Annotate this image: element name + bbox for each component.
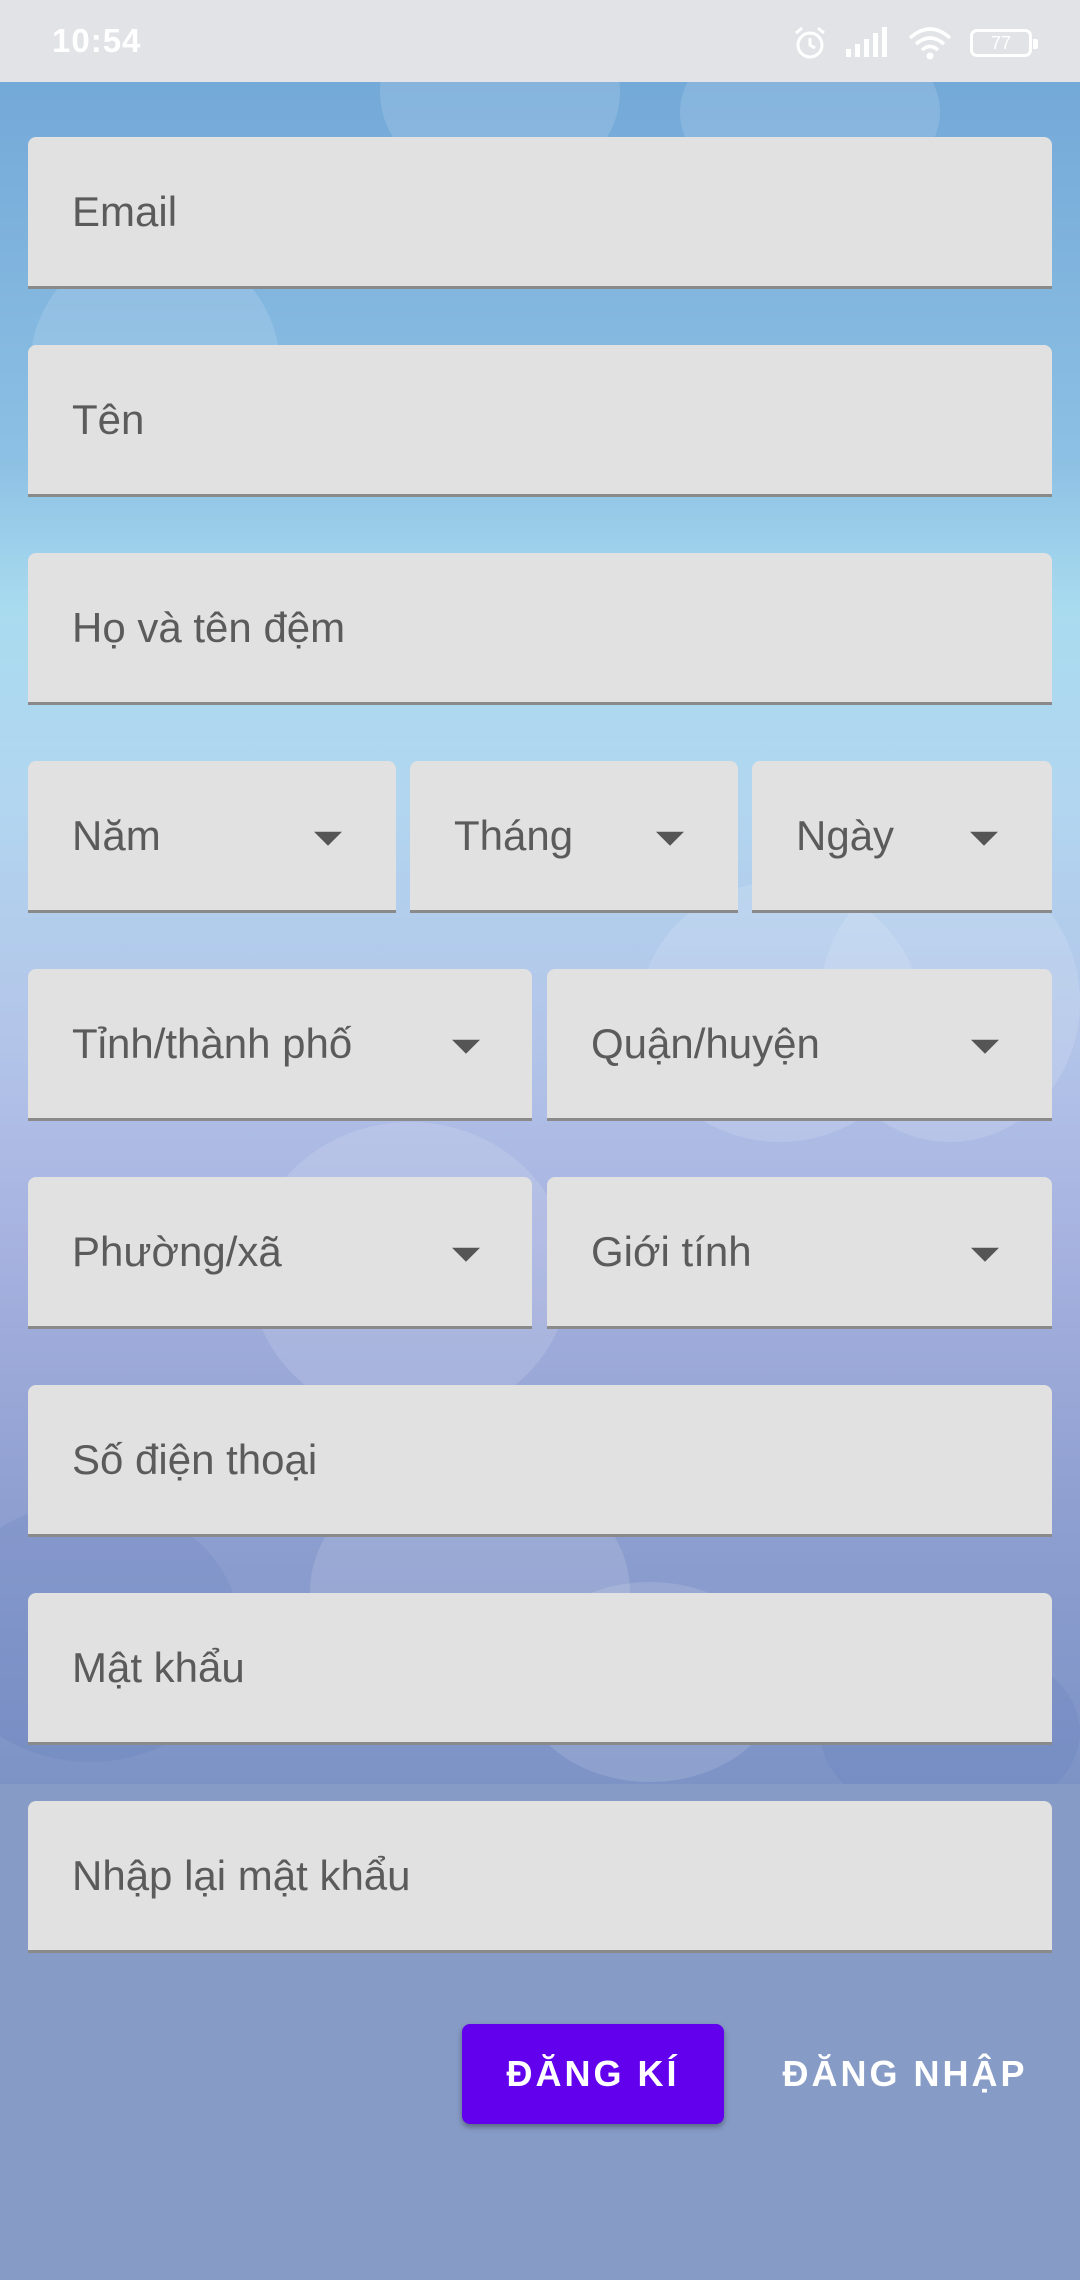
- chevron-down-icon: [314, 831, 342, 846]
- first-name-placeholder: Tên: [72, 395, 145, 443]
- confirm-password-field[interactable]: Nhập lại mật khẩu: [28, 1801, 1052, 1953]
- battery-icon: 77: [970, 29, 1038, 57]
- month-dropdown[interactable]: Tháng: [410, 761, 738, 913]
- phone-placeholder: Số điện thoại: [72, 1435, 318, 1483]
- district-dropdown[interactable]: Quận/huyện: [547, 969, 1052, 1121]
- chevron-down-icon: [452, 1039, 480, 1054]
- status-icons: 77: [792, 24, 1038, 62]
- day-label: Ngày: [796, 811, 895, 859]
- password-field[interactable]: Mật khẩu: [28, 1593, 1052, 1745]
- month-label: Tháng: [454, 811, 574, 859]
- phone-field[interactable]: Số điện thoại: [28, 1385, 1052, 1537]
- first-name-field[interactable]: Tên: [28, 345, 1052, 497]
- email-field[interactable]: Email: [28, 137, 1052, 289]
- chevron-down-icon: [452, 1247, 480, 1262]
- login-button[interactable]: ĐĂNG NHẬP: [760, 2024, 1050, 2124]
- gender-label: Giới tính: [591, 1227, 752, 1275]
- wifi-icon: [908, 27, 952, 60]
- battery-level: 77: [990, 32, 1012, 53]
- year-label: Năm: [72, 811, 161, 859]
- password-placeholder: Mật khẩu: [72, 1643, 245, 1691]
- chevron-down-icon: [970, 831, 998, 846]
- year-dropdown[interactable]: Năm: [28, 761, 396, 913]
- last-middle-name-field[interactable]: Họ và tên đệm: [28, 553, 1052, 705]
- email-placeholder: Email: [72, 187, 178, 235]
- day-dropdown[interactable]: Ngày: [752, 761, 1052, 913]
- chevron-down-icon: [656, 831, 684, 846]
- confirm-password-placeholder: Nhập lại mật khẩu: [72, 1851, 411, 1899]
- status-time: 10:54: [52, 22, 142, 59]
- status-bar: 10:54 77: [0, 0, 1080, 82]
- gender-dropdown[interactable]: Giới tính: [547, 1177, 1052, 1329]
- register-button[interactable]: ĐĂNG KÍ: [462, 2024, 724, 2124]
- ward-dropdown[interactable]: Phường/xã: [28, 1177, 532, 1329]
- ward-label: Phường/xã: [72, 1227, 282, 1275]
- province-dropdown[interactable]: Tỉnh/thành phố: [28, 969, 532, 1121]
- last-middle-name-placeholder: Họ và tên đệm: [72, 603, 346, 651]
- district-label: Quận/huyện: [591, 1019, 820, 1067]
- alarm-icon: [795, 26, 825, 59]
- province-label: Tỉnh/thành phố: [72, 1019, 353, 1067]
- chevron-down-icon: [971, 1039, 999, 1054]
- signal-icon: [846, 27, 887, 57]
- chevron-down-icon: [971, 1247, 999, 1262]
